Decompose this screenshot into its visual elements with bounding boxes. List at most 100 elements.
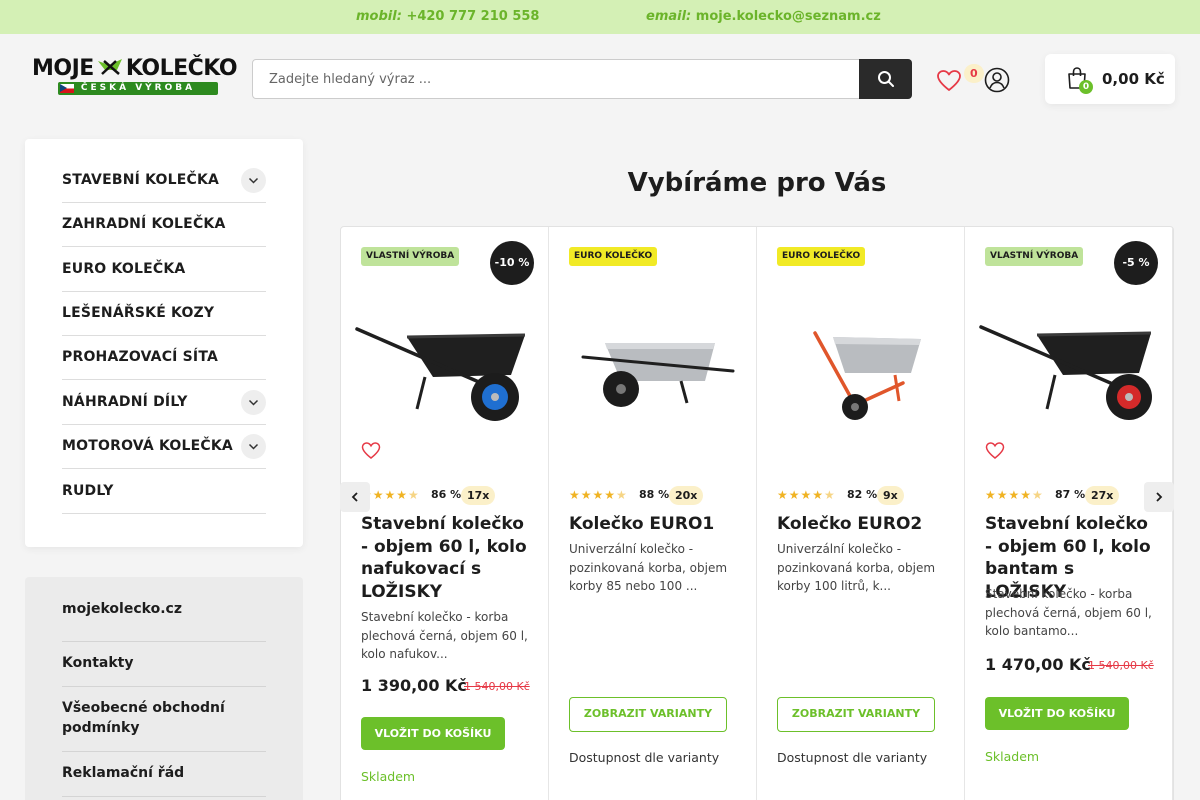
rating-percent: 87 %	[1055, 488, 1086, 501]
category-label: RUDLY	[62, 483, 114, 499]
stock-status: Skladem	[985, 749, 1040, 764]
wishlist-button[interactable]: 0	[936, 64, 984, 96]
category-item-stavebni-kolecka[interactable]: STAVEBNÍ KOLEČKA	[62, 159, 266, 203]
email-address[interactable]: moje.kolecko@seznam.cz	[696, 9, 881, 24]
category-item-nahradni-dily[interactable]: NÁHRADNÍ DÍLY	[62, 381, 266, 425]
info-link-label: Kontakty	[62, 655, 134, 671]
chevron-down-icon	[248, 443, 259, 450]
info-link-home[interactable]: mojekolecko.cz	[62, 599, 266, 642]
add-to-cart-button[interactable]: VLOŽIT DO KOŠÍKU	[985, 697, 1129, 730]
product-rating: ★★★★★ 86 % 17x	[361, 486, 541, 505]
info-link-contacts[interactable]: Kontakty	[62, 653, 266, 687]
info-link-terms[interactable]: Všeobecné obchodní podmínky	[62, 698, 266, 752]
chevron-down-icon	[248, 399, 259, 406]
category-item-lesenarske-kozy[interactable]: LEŠENÁŘSKÉ KOZY	[62, 292, 266, 336]
cart-total: 0,00 Kč	[1102, 70, 1165, 88]
discount-badge: -5 %	[1114, 241, 1158, 285]
category-item-zahradni-kolecka[interactable]: ZAHRADNÍ KOLEČKA	[62, 203, 266, 247]
product-card[interactable]: VLASTNÍ VÝROBA -10 % ★★★★★ 86 % 17x Stav…	[341, 227, 549, 800]
phone-contact[interactable]: mobil: +420 777 210 558	[356, 9, 539, 24]
category-item-rudly[interactable]: RUDLY	[62, 470, 266, 514]
chevron-right-icon	[1156, 492, 1163, 502]
product-image[interactable]	[355, 297, 535, 427]
cart-count-badge: 0	[1079, 80, 1093, 94]
category-label: NÁHRADNÍ DÍLY	[62, 394, 188, 410]
section-title: Vybíráme pro Vás	[627, 168, 887, 198]
chevron-down-icon	[248, 177, 259, 184]
product-price: 1 470,00 Kč	[985, 655, 1091, 674]
cart-button[interactable]: 0 0,00 Kč	[1045, 54, 1175, 104]
product-name[interactable]: Stavební kolečko - objem 60 l, kolo nafu…	[361, 513, 536, 603]
category-menu: STAVEBNÍ KOLEČKA ZAHRADNÍ KOLEČKA EURO K…	[25, 139, 303, 547]
show-variants-button[interactable]: ZOBRAZIT VARIANTY	[777, 697, 935, 732]
category-label: MOTOROVÁ KOLEČKA	[62, 438, 233, 454]
category-item-euro-kolecka[interactable]: EURO KOLEČKA	[62, 248, 266, 292]
product-card[interactable]: EURO KOLEČKO ★★★★★ 82 % 9x Kolečko EURO2…	[757, 227, 965, 800]
add-to-cart-button[interactable]: VLOŽIT DO KOŠÍKU	[361, 717, 505, 750]
product-old-price: 1 540,00 Kč	[1088, 659, 1154, 672]
availability-status: Dostupnost dle varianty	[777, 750, 928, 765]
rating-stars: ★★★★★	[569, 488, 628, 502]
wishlist-count: 0	[964, 64, 984, 83]
wheelbarrow-logo-icon	[97, 59, 122, 75]
phone-number[interactable]: +420 777 210 558	[406, 9, 539, 24]
product-tag: VLASTNÍ VÝROBA	[361, 247, 460, 266]
product-carousel: VLASTNÍ VÝROBA -10 % ★★★★★ 86 % 17x Stav…	[340, 226, 1174, 800]
product-image[interactable]	[771, 297, 951, 427]
search-input[interactable]	[253, 60, 859, 98]
category-label: PROHAZOVACÍ SÍTA	[62, 349, 219, 365]
rating-count: 27x	[1085, 486, 1120, 505]
rating-count: 9x	[877, 486, 904, 505]
site-logo[interactable]: MOJE KOLEČKO ČESKÁ VÝROBA	[32, 56, 238, 100]
product-tag: EURO KOLEČKO	[777, 247, 866, 266]
product-description: Univerzální kolečko - pozinkovaná korba,…	[777, 542, 936, 593]
product-card[interactable]: VLASTNÍ VÝROBA -5 % ★★★★★ 87 % 27x Stave…	[965, 227, 1173, 800]
rating-count: 17x	[461, 486, 496, 505]
rating-stars: ★★★★★	[985, 488, 1044, 502]
product-image[interactable]	[979, 297, 1159, 427]
rating-percent: 86 %	[431, 488, 462, 501]
heart-icon	[937, 70, 961, 91]
czech-flag-icon	[60, 84, 74, 93]
product-card[interactable]: EURO KOLEČKO ★★★★★ 88 % 20x Kolečko EURO…	[549, 227, 757, 800]
product-rating: ★★★★★ 87 % 27x	[985, 486, 1165, 505]
product-name[interactable]: Kolečko EURO1	[569, 513, 744, 536]
product-name[interactable]: Kolečko EURO2	[777, 513, 952, 536]
top-contact-bar: mobil: +420 777 210 558 email: moje.kole…	[0, 0, 1200, 34]
logo-subtitle: ČESKÁ VÝROBA	[58, 82, 218, 95]
product-tag: EURO KOLEČKO	[569, 247, 658, 266]
expand-toggle[interactable]	[241, 168, 266, 193]
wishlist-heart-icon[interactable]	[361, 441, 381, 461]
info-link-label: Reklamační řád	[62, 765, 185, 781]
header: MOJEKOLEČKO ČESKÁ VÝROBA 0 0	[0, 34, 1200, 124]
expand-toggle[interactable]	[241, 434, 266, 459]
category-label: STAVEBNÍ KOLEČKA	[62, 172, 220, 188]
search-button[interactable]	[859, 59, 912, 99]
product-image[interactable]	[563, 297, 743, 427]
show-variants-button[interactable]: ZOBRAZIT VARIANTY	[569, 697, 727, 732]
expand-toggle[interactable]	[241, 390, 266, 415]
availability-status: Dostupnost dle varianty	[569, 750, 720, 765]
info-link-label: mojekolecko.cz	[62, 601, 182, 617]
search-bar	[252, 59, 912, 99]
discount-badge: -10 %	[490, 241, 534, 285]
carousel-prev-button[interactable]	[340, 482, 370, 512]
product-rating: ★★★★★ 82 % 9x	[777, 486, 957, 505]
info-link-complaints[interactable]: Reklamační řád	[62, 763, 266, 797]
info-link-label: Všeobecné obchodní podmínky	[62, 700, 225, 736]
wishlist-heart-icon[interactable]	[985, 441, 1005, 461]
phone-label: mobil:	[356, 9, 402, 24]
stock-status: Skladem	[361, 769, 416, 784]
rating-stars: ★★★★★	[777, 488, 836, 502]
category-item-motorova-kolecka[interactable]: MOTOROVÁ KOLEČKA	[62, 425, 266, 469]
product-description: Stavební kolečko - korba plechová černá,…	[985, 587, 1152, 638]
category-item-prohazovaci-sita[interactable]: PROHAZOVACÍ SÍTA	[62, 336, 266, 380]
account-button[interactable]	[984, 67, 1010, 93]
product-description: Stavební kolečko - korba plechová černá,…	[361, 610, 528, 661]
rating-percent: 88 %	[639, 488, 670, 501]
search-icon	[878, 71, 894, 87]
carousel-next-button[interactable]	[1144, 482, 1174, 512]
email-contact[interactable]: email: moje.kolecko@seznam.cz	[646, 9, 881, 24]
category-label: LEŠENÁŘSKÉ KOZY	[62, 305, 215, 321]
logo-text: MOJE KOLEČKO	[32, 56, 238, 81]
